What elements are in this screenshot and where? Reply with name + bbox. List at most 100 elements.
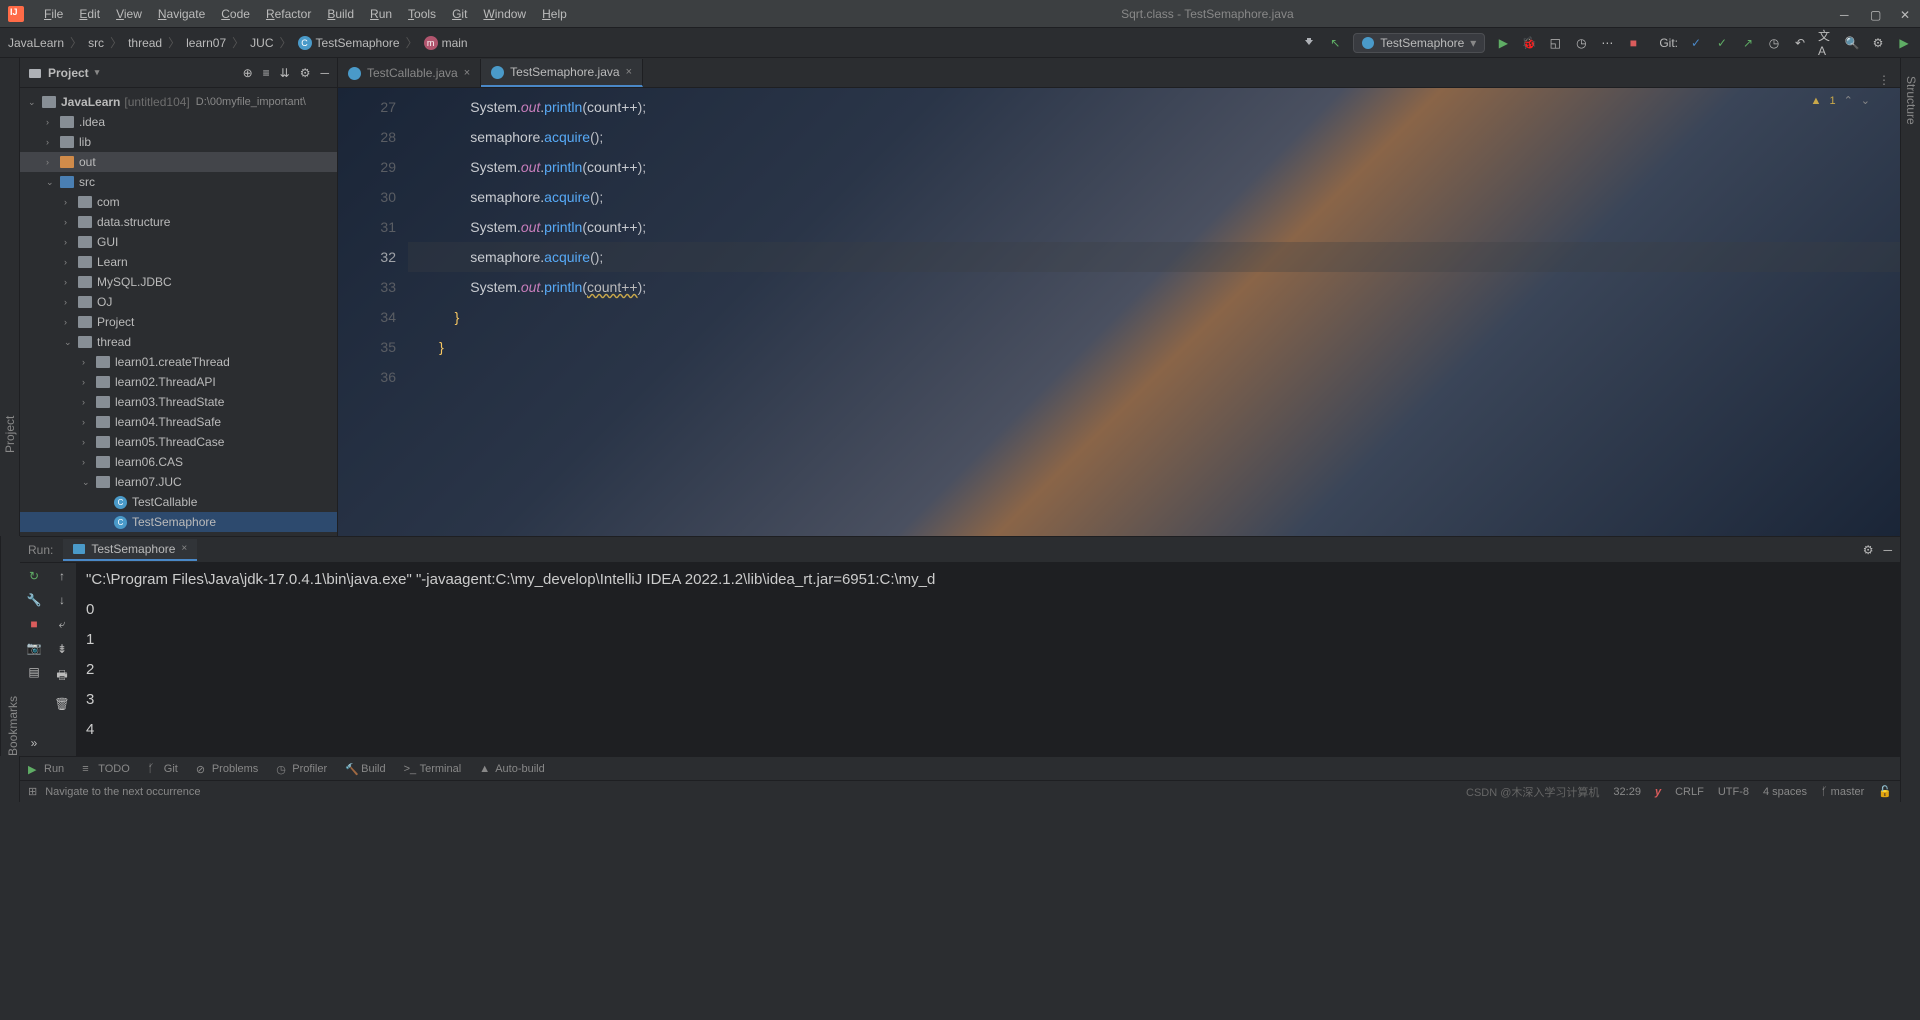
tree-item[interactable]: ›out (20, 152, 337, 172)
git-branch[interactable]: ᚶ master (1821, 786, 1864, 798)
menu-refactor[interactable]: Refactor (258, 7, 319, 21)
add-config-icon[interactable] (1301, 35, 1317, 51)
menu-build[interactable]: Build (319, 7, 362, 21)
hide-panel-icon[interactable]: ─ (320, 66, 329, 80)
breadcrumb-item[interactable]: CTestSemaphore (298, 36, 400, 50)
git-push-icon[interactable]: ↗ (1740, 35, 1756, 51)
menu-help[interactable]: Help (534, 7, 575, 21)
tree-item[interactable]: ⌄thread (20, 332, 337, 352)
clear-icon[interactable]: 🗑 (54, 697, 69, 711)
code-line[interactable]: System.out.println(count++); (408, 212, 1900, 242)
menu-code[interactable]: Code (213, 7, 258, 21)
run-anything-icon[interactable]: ▶ (1896, 35, 1912, 51)
layout-icon[interactable]: ▤ (28, 665, 39, 679)
back-arrow-icon[interactable]: ↖ (1327, 35, 1343, 51)
bottom-tab-problems[interactable]: ⊘Problems (196, 763, 258, 775)
rerun-icon[interactable]: ↻ (29, 569, 39, 583)
bottom-tab-profiler[interactable]: ◷Profiler (276, 763, 327, 775)
more-run-icon[interactable]: ⋯ (1599, 35, 1615, 51)
right-tab-structure[interactable]: Structure (1902, 66, 1920, 802)
git-commit-icon[interactable]: ✓ (1714, 35, 1730, 51)
project-panel-title[interactable]: Project ▾ (28, 66, 99, 80)
window-close[interactable]: ✕ (1900, 8, 1912, 20)
tool-windows-icon[interactable]: ⊞ (28, 785, 37, 798)
editor-tab[interactable]: TestSemaphore.java× (481, 59, 643, 87)
tree-item[interactable]: CTestCallable (20, 492, 337, 512)
run-config-selector[interactable]: TestSemaphore ▾ (1353, 33, 1485, 53)
tree-item[interactable]: ⌄src (20, 172, 337, 192)
tree-item[interactable]: ›OJ (20, 292, 337, 312)
settings-icon[interactable]: ⚙ (1870, 35, 1886, 51)
git-history-icon[interactable]: ◷ (1766, 35, 1782, 51)
up-stack-icon[interactable]: ↑ (59, 569, 65, 583)
coverage-icon[interactable]: ◱ (1547, 35, 1563, 51)
git-rollback-icon[interactable]: ↶ (1792, 35, 1808, 51)
code-line[interactable]: System.out.println(count++); (408, 152, 1900, 182)
tree-item[interactable]: ›MySQL.JDBC (20, 272, 337, 292)
code-line[interactable] (408, 362, 1900, 392)
stop-run-icon[interactable]: ■ (30, 617, 37, 631)
translate-icon[interactable]: 文A (1818, 35, 1834, 51)
bottom-tab-auto-build[interactable]: ▲Auto-build (479, 763, 545, 775)
down-stack-icon[interactable]: ↓ (59, 593, 65, 607)
tree-item[interactable]: ⌄learn07.JUC (20, 472, 337, 492)
breadcrumb-item[interactable]: src (88, 36, 104, 50)
tree-item[interactable]: ›Project (20, 312, 337, 332)
bottom-tab-build[interactable]: 🔨Build (345, 763, 385, 775)
breadcrumb-item[interactable]: mmain (424, 36, 468, 50)
cursor-position[interactable]: 32:29 (1613, 786, 1641, 798)
git-update-icon[interactable]: ✓ (1688, 35, 1704, 51)
tabs-more-icon[interactable]: ⋮ (1868, 73, 1900, 87)
code-line[interactable]: } (408, 302, 1900, 332)
code-line[interactable]: semaphore.acquire(); (408, 242, 1900, 272)
tree-item[interactable]: ›learn06.CAS (20, 452, 337, 472)
bottom-tab-todo[interactable]: ≡TODO (82, 763, 130, 775)
tree-item[interactable]: ›learn03.ThreadState (20, 392, 337, 412)
run-icon[interactable]: ▶ (1495, 35, 1511, 51)
stop-icon[interactable]: ■ (1625, 35, 1641, 51)
tree-item[interactable]: ›learn01.createThread (20, 352, 337, 372)
menu-git[interactable]: Git (444, 7, 475, 21)
breadcrumb-item[interactable]: learn07 (186, 36, 226, 50)
tree-item[interactable]: ›learn02.ThreadAPI (20, 372, 337, 392)
code-line[interactable]: semaphore.acquire(); (408, 122, 1900, 152)
select-opened-icon[interactable]: ⊕ (243, 66, 253, 80)
menu-tools[interactable]: Tools (400, 7, 444, 21)
code-line[interactable]: } (408, 332, 1900, 362)
tree-item[interactable]: ›lib (20, 132, 337, 152)
next-highlight-icon[interactable]: ⌄ (1861, 94, 1870, 107)
menu-window[interactable]: Window (475, 7, 534, 21)
bottom-tab-git[interactable]: ᚶGit (148, 763, 178, 775)
run-tab[interactable]: TestSemaphore × (63, 539, 197, 561)
bottom-tab-run[interactable]: ▶Run (28, 763, 64, 775)
soft-wrap-icon[interactable]: ⤶ (59, 617, 66, 632)
dump-threads-icon[interactable]: 📷 (27, 641, 42, 655)
tree-item[interactable]: ›learn04.ThreadSafe (20, 412, 337, 432)
tree-item[interactable]: ›Learn (20, 252, 337, 272)
menu-view[interactable]: View (108, 7, 150, 21)
search-icon[interactable]: 🔍 (1844, 35, 1860, 51)
code-line[interactable]: System.out.println(count++); (408, 272, 1900, 302)
menu-navigate[interactable]: Navigate (150, 7, 213, 21)
window-minimize[interactable]: ─ (1840, 8, 1852, 20)
breadcrumb-item[interactable]: JavaLearn (8, 36, 64, 50)
breadcrumb-item[interactable]: thread (128, 36, 162, 50)
exit-icon[interactable]: » (31, 736, 38, 750)
window-maximize[interactable]: ▢ (1870, 8, 1882, 20)
tree-item[interactable]: ›.idea (20, 112, 337, 132)
editor-tab[interactable]: TestCallable.java× (338, 59, 481, 87)
tree-root[interactable]: ⌄JavaLearn [untitled104]D:\00myfile_impo… (20, 92, 337, 112)
run-tool-icon[interactable]: 🔧 (27, 593, 42, 607)
youdao-icon[interactable]: y (1655, 786, 1661, 798)
expand-all-icon[interactable]: ≡ (263, 66, 270, 80)
scroll-end-icon[interactable]: ⇟ (57, 642, 67, 656)
profile-icon[interactable]: ◷ (1573, 35, 1589, 51)
warning-icon[interactable]: ▲ (1811, 95, 1822, 107)
file-encoding[interactable]: UTF-8 (1718, 786, 1749, 798)
code-line[interactable]: System.out.println(count++); (408, 92, 1900, 122)
prev-highlight-icon[interactable]: ⌃ (1844, 94, 1853, 107)
panel-settings-icon[interactable]: ⚙ (300, 66, 311, 80)
bottom-tab-terminal[interactable]: >_Terminal (404, 763, 462, 775)
collapse-all-icon[interactable]: ⇊ (280, 66, 290, 80)
code-line[interactable]: semaphore.acquire(); (408, 182, 1900, 212)
